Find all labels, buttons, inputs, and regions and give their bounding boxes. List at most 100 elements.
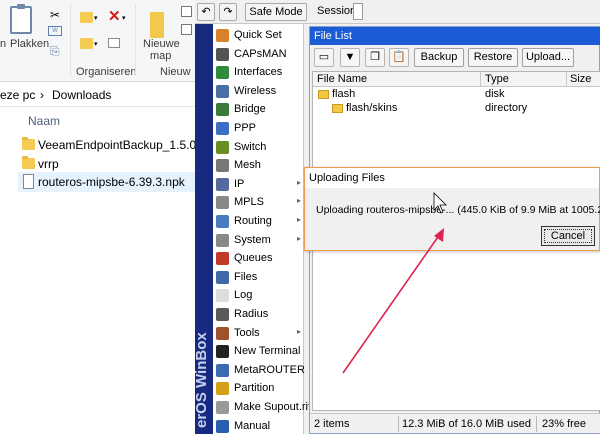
- ppp-icon: [216, 122, 229, 135]
- new-folder-label[interactable]: Nieuwe: [143, 38, 180, 50]
- menu-item-system[interactable]: System ▸: [213, 232, 304, 250]
- menu-item-quick-set[interactable]: Quick Set: [213, 27, 304, 45]
- menu-item-label: CAPsMAN: [234, 47, 287, 60]
- row-name: flash: [332, 88, 356, 100]
- session-field[interactable]: [353, 3, 363, 20]
- menu-item-queues[interactable]: Queues: [213, 250, 304, 268]
- menu-item-label: MPLS: [234, 196, 264, 209]
- winbox-brand-bar: erOS WinBox: [195, 24, 213, 434]
- upload-button[interactable]: Upload...: [522, 48, 574, 67]
- menu-item-wireless[interactable]: Wireless: [213, 83, 304, 101]
- status-divider: [398, 416, 399, 432]
- backup-button[interactable]: Backup: [414, 48, 464, 67]
- paste-label: Plakken: [10, 38, 50, 50]
- list-item-selected[interactable]: routeros-mipsbe-6.39.3.npk: [18, 172, 195, 192]
- copy-button[interactable]: ❐: [365, 48, 385, 67]
- menu-item-label: Log: [234, 289, 253, 302]
- paste-button[interactable]: 📋: [389, 48, 409, 67]
- metarouter-icon: [216, 363, 229, 377]
- filter-button[interactable]: ▼: [340, 48, 360, 67]
- table-row[interactable]: flash disk: [313, 88, 600, 102]
- menu-item-partition[interactable]: Partition: [213, 380, 304, 398]
- column-header-name[interactable]: Naam: [0, 111, 195, 131]
- chevron-down-icon[interactable]: ▾: [94, 38, 98, 52]
- menu-item-label: System: [234, 233, 271, 246]
- routing-icon: [216, 215, 229, 228]
- menu-item-files[interactable]: Files: [213, 269, 304, 287]
- copy-path-icon[interactable]: W: [48, 26, 62, 36]
- menu-item-radius[interactable]: Radius: [213, 306, 304, 324]
- menu-item-label: Partition: [234, 382, 275, 395]
- folder-icon: [22, 156, 35, 169]
- row-name: flash/skins: [346, 102, 398, 114]
- menu-item-label: Tools: [234, 326, 260, 339]
- menu-item-ip[interactable]: IP ▸: [213, 176, 304, 194]
- upload-progress-message: Uploading routeros-mipsbe-... (445.0 KiB…: [316, 204, 600, 216]
- menu-item-switch[interactable]: Switch: [213, 139, 304, 157]
- new-item-icon[interactable]: [181, 6, 192, 17]
- copy-to-icon[interactable]: [80, 38, 93, 49]
- remove-button[interactable]: ▭: [314, 48, 334, 67]
- breadcrumb-pc[interactable]: eze pc: [0, 88, 35, 102]
- list-item[interactable]: vrrp: [18, 154, 195, 174]
- paste-button[interactable]: Plakken: [4, 0, 56, 82]
- paste-shortcut-icon[interactable]: ⎘: [50, 44, 60, 58]
- move-to-icon[interactable]: [80, 12, 93, 23]
- files-icon: [216, 270, 229, 284]
- menu-item-manual[interactable]: Manual: [213, 418, 304, 434]
- menu-item-mesh[interactable]: Mesh: [213, 157, 304, 175]
- submenu-arrow-icon: ▸: [297, 177, 302, 187]
- folder-icon: [318, 90, 329, 99]
- menu-item-mpls[interactable]: MPLS ▸: [213, 194, 304, 212]
- status-item-count: 2 items: [314, 418, 350, 430]
- uploading-files-dialog: Uploading Files Uploading routeros-mipsb…: [304, 167, 600, 251]
- submenu-arrow-icon: ▸: [297, 196, 302, 206]
- wireless-icon: [216, 84, 229, 98]
- chevron-down-icon[interactable]: ▾: [122, 12, 126, 26]
- organize-group-label: Organiseren: [76, 66, 137, 78]
- ribbon-divider: [135, 4, 136, 76]
- column-divider: [566, 72, 567, 87]
- column-file-name[interactable]: File Name: [317, 73, 367, 85]
- restore-button[interactable]: Restore: [468, 48, 518, 67]
- safe-mode-button[interactable]: Safe Mode: [245, 3, 307, 21]
- menu-item-new-terminal[interactable]: New Terminal: [213, 343, 304, 361]
- menu-item-metarouter[interactable]: MetaROUTER: [213, 362, 305, 380]
- menu-item-bridge[interactable]: Bridge: [213, 101, 304, 119]
- file-icon: [23, 174, 34, 189]
- rename-icon[interactable]: [108, 38, 120, 48]
- delete-icon[interactable]: ✕: [108, 9, 121, 24]
- easy-access-icon[interactable]: [181, 24, 192, 35]
- new-folder-label-2[interactable]: map: [150, 50, 171, 62]
- list-item[interactable]: VeeamEndpointBackup_1.5.0.306: [18, 135, 219, 155]
- column-size[interactable]: Size: [570, 73, 591, 85]
- column-type[interactable]: Type: [485, 73, 509, 85]
- breadcrumb-downloads[interactable]: Downloads: [52, 88, 111, 102]
- menu-item-make-supout-rif[interactable]: Make Supout.rif: [213, 399, 311, 417]
- switch-icon: [216, 140, 229, 154]
- chevron-down-icon[interactable]: ▾: [94, 12, 98, 26]
- supout-icon: [216, 401, 229, 414]
- column-header-label: Naam: [28, 114, 61, 128]
- folder-icon: [332, 104, 343, 113]
- menu-item-label: Routing: [234, 215, 272, 227]
- new-folder-icon[interactable]: [150, 12, 164, 38]
- menu-item-interfaces[interactable]: Interfaces: [213, 64, 304, 82]
- menu-item-log[interactable]: Log: [213, 287, 304, 305]
- undo-button[interactable]: ↶: [197, 3, 215, 21]
- scissors-icon[interactable]: ✂: [50, 8, 60, 22]
- radius-icon: [216, 308, 229, 321]
- submenu-arrow-icon: ▸: [297, 326, 302, 336]
- interfaces-icon: [216, 66, 229, 80]
- main-menu: Quick Set CAPsMAN Interfaces Wireless Bridge…: [213, 24, 311, 434]
- menu-item-label: Wireless: [234, 84, 277, 97]
- file-list-title: File List: [310, 27, 600, 45]
- menu-item-ppp[interactable]: PPP: [213, 120, 304, 138]
- address-bar[interactable]: eze pc › Downloads: [0, 83, 195, 107]
- table-row[interactable]: flash/skins directory: [313, 102, 600, 116]
- cancel-button[interactable]: Cancel: [541, 226, 595, 246]
- menu-item-tools[interactable]: Tools ▸: [213, 325, 304, 343]
- menu-item-routing[interactable]: Routing ▸: [213, 213, 304, 231]
- menu-item-capsman[interactable]: CAPsMAN: [213, 46, 304, 64]
- redo-button[interactable]: ↷: [219, 3, 237, 21]
